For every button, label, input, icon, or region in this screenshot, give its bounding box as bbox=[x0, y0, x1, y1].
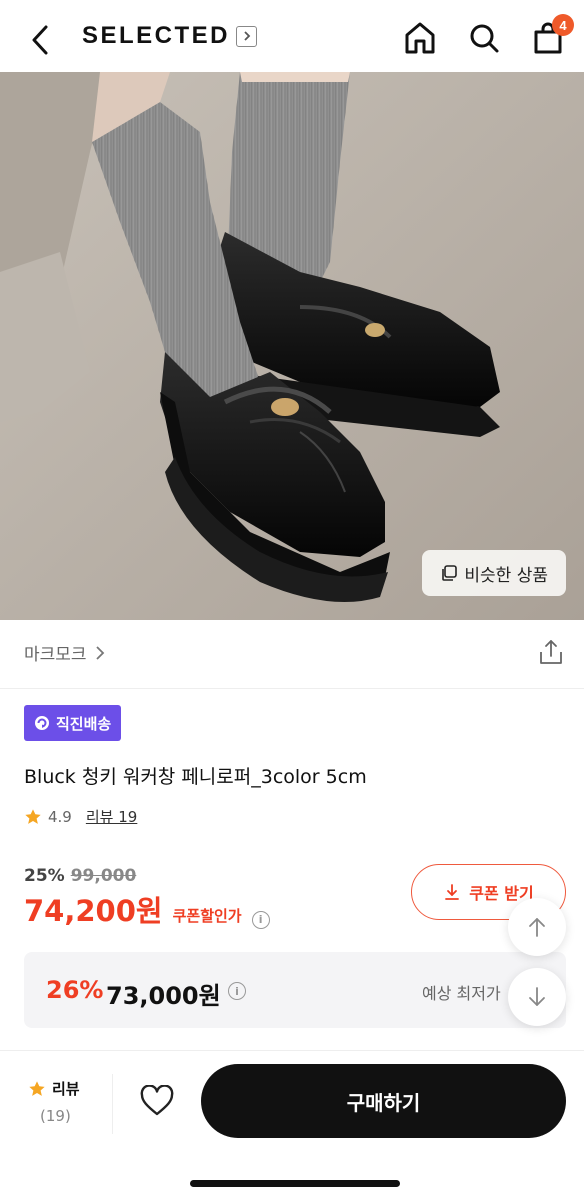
divider bbox=[112, 1074, 113, 1134]
similar-products-button[interactable]: 비슷한 상품 bbox=[422, 550, 566, 596]
chevron-right-icon bbox=[236, 25, 258, 47]
star-icon bbox=[25, 808, 41, 824]
wishlist-button[interactable] bbox=[136, 1080, 178, 1122]
scroll-up-button[interactable] bbox=[508, 898, 566, 956]
best-price-label: 예상 최저가 bbox=[422, 984, 501, 1003]
review-label: 리뷰 bbox=[52, 1080, 80, 1098]
rating-value: 4.9 bbox=[48, 807, 72, 826]
brand-link[interactable]: SELECTED bbox=[82, 22, 258, 50]
product-brand-name: 마크모크 bbox=[24, 645, 87, 665]
search-button[interactable] bbox=[466, 18, 502, 58]
heart-icon bbox=[140, 1085, 174, 1116]
info-icon[interactable]: i bbox=[251, 910, 270, 929]
similar-products-label: 비슷한 상품 bbox=[464, 565, 548, 586]
divider bbox=[0, 1050, 584, 1051]
product-brand-link[interactable]: 마크모크 bbox=[24, 640, 105, 665]
discount-rate: 25% bbox=[24, 866, 65, 886]
product-image[interactable]: 비슷한 상품 bbox=[0, 72, 584, 620]
price-block: 25% 99,000 74,200원 쿠폰할인가 i bbox=[24, 866, 270, 930]
arrow-up-icon bbox=[529, 918, 545, 937]
best-price-box[interactable]: 26% 73,000원 i 예상 최저가 bbox=[24, 952, 566, 1028]
divider bbox=[0, 688, 584, 689]
chevron-right-icon bbox=[95, 645, 104, 660]
share-icon bbox=[540, 640, 562, 664]
review-link[interactable]: 리뷰 19 bbox=[86, 806, 137, 827]
sale-price: 74,200원 bbox=[24, 894, 163, 928]
cart-count-badge: 4 bbox=[552, 14, 574, 36]
info-icon[interactable]: i bbox=[228, 982, 246, 1000]
product-title: Bluck 청키 워커창 페니로퍼_3color 5cm bbox=[24, 766, 367, 788]
product-photo bbox=[0, 72, 584, 620]
best-discount-rate: 26% bbox=[46, 976, 104, 1004]
home-indicator bbox=[190, 1180, 400, 1187]
star-icon bbox=[29, 1080, 45, 1096]
back-button[interactable] bbox=[24, 20, 56, 60]
home-icon bbox=[405, 22, 435, 54]
back-icon bbox=[32, 25, 48, 55]
arrow-down-icon bbox=[529, 987, 545, 1006]
delivery-icon bbox=[35, 716, 49, 730]
home-button[interactable] bbox=[402, 18, 438, 58]
best-price: 73,000원 bbox=[106, 982, 221, 1010]
copy-icon bbox=[442, 565, 458, 581]
rating-row: 4.9 리뷰 19 bbox=[24, 806, 137, 827]
product-brand-row: 마크모크 bbox=[24, 640, 564, 666]
brand-title: SELECTED bbox=[82, 22, 231, 49]
review-count: (19) bbox=[40, 1107, 71, 1125]
original-price: 99,000 bbox=[70, 866, 137, 886]
direct-delivery-label: 직진배송 bbox=[56, 714, 112, 733]
download-icon bbox=[445, 884, 460, 900]
header: SELECTED 4 bbox=[0, 0, 584, 72]
direct-delivery-badge: 직진배송 bbox=[24, 705, 122, 741]
share-button[interactable] bbox=[538, 638, 564, 666]
scroll-down-button[interactable] bbox=[508, 968, 566, 1026]
cart-button[interactable]: 4 bbox=[530, 14, 574, 58]
buy-button[interactable]: 구매하기 bbox=[201, 1064, 566, 1138]
review-summary-button[interactable]: 리뷰 (19) bbox=[28, 1078, 88, 1125]
search-icon bbox=[470, 24, 499, 53]
coupon-price-label: 쿠폰할인가 bbox=[172, 907, 242, 925]
